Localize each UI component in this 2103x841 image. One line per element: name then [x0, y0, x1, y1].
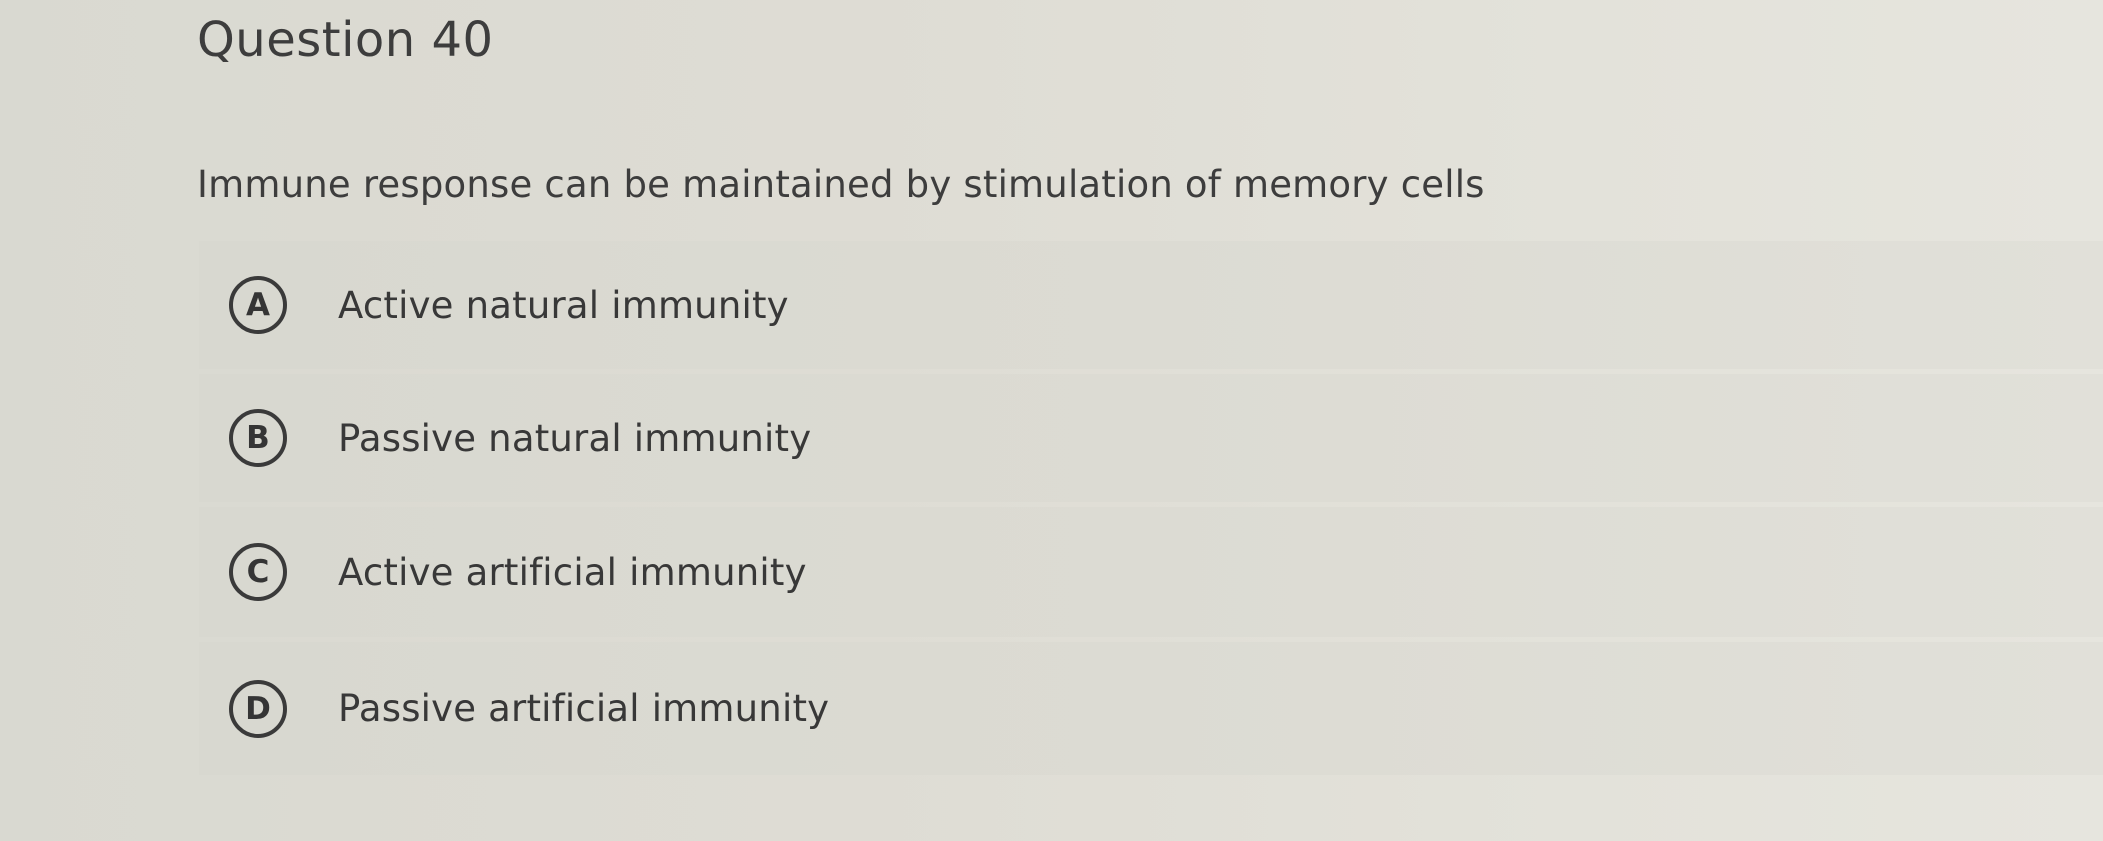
quiz-page: Question 40 Immune response can be maint… [0, 0, 2103, 841]
option-b[interactable]: B Passive natural immunity [199, 374, 2103, 502]
option-c-label: Active artificial immunity [338, 550, 807, 594]
option-a-label: Active natural immunity [338, 283, 789, 327]
option-d[interactable]: D Passive artificial immunity [199, 642, 2103, 775]
option-a-radio[interactable]: A [229, 276, 287, 334]
option-d-label: Passive artificial immunity [338, 687, 830, 730]
option-b-label: Passive natural immunity [338, 416, 812, 460]
option-c-radio[interactable]: C [229, 543, 287, 601]
option-d-radio[interactable]: D [229, 679, 287, 738]
answer-options: A Active natural immunity B Passive natu… [199, 241, 2103, 780]
option-a[interactable]: A Active natural immunity [199, 241, 2103, 369]
option-c[interactable]: C Active artificial immunity [199, 507, 2103, 637]
question-title: Question 40 [197, 12, 494, 68]
question-prompt: Immune response can be maintained by sti… [197, 163, 1485, 206]
option-b-radio[interactable]: B [229, 409, 287, 467]
